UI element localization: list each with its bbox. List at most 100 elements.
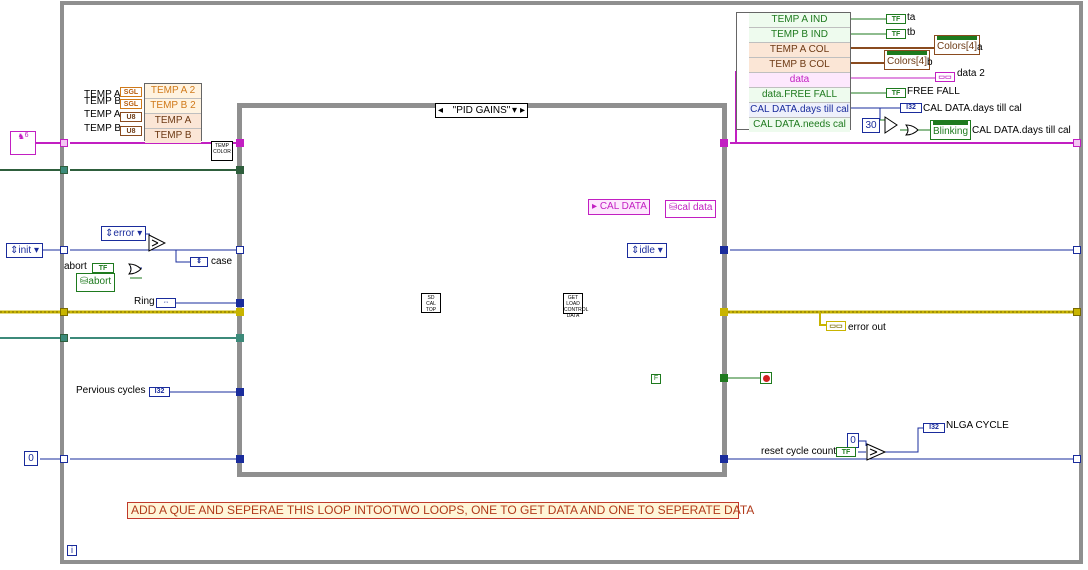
stop-terminal[interactable]: [760, 372, 772, 384]
reset-cycle-count-terminal[interactable]: TF: [836, 447, 856, 457]
abort-indicator[interactable]: ⛁abort: [76, 273, 116, 292]
reset-cycle-count-label: reset cycle count: [761, 446, 837, 457]
unbundle-by-name[interactable]: TEMP A IND TEMP B IND TEMP A COL TEMP B …: [736, 12, 851, 132]
zero-constant-left[interactable]: 0: [24, 451, 38, 466]
sd-cal-top-subvi[interactable]: SD CAL TOP: [421, 293, 441, 313]
shift-register-right-enum[interactable]: [1073, 246, 1081, 254]
blinking-property-node[interactable]: Blinking: [930, 120, 972, 140]
or-primitive-icon[interactable]: [905, 124, 919, 136]
days-till-cal-label-2: CAL DATA.days till cal: [972, 125, 1071, 136]
temp-a-terminal[interactable]: U8: [120, 112, 142, 122]
less-than-primitive-icon[interactable]: [884, 116, 898, 134]
unbundle-row-temp-a-col: TEMP A COL: [749, 43, 850, 58]
case-tunnel-numeric-out[interactable]: [720, 455, 728, 463]
select-primitive-icon[interactable]: [148, 234, 166, 252]
tb-label: tb: [907, 27, 916, 38]
case-tunnel-error-in[interactable]: [236, 308, 244, 316]
unbundle-row-needs-cal: CAL DATA.needs cal: [749, 118, 850, 132]
case-tunnel-green[interactable]: [236, 166, 244, 174]
case-tunnel-ring[interactable]: [236, 299, 244, 307]
bundle-by-name[interactable]: TEMP A 2 TEMP B 2 TEMP A TEMP B: [144, 83, 202, 143]
temp-a2-terminal[interactable]: SGL: [120, 87, 142, 97]
cal-data-indicator[interactable]: ⛁cal data: [665, 200, 717, 218]
temp-b2-label: TEMP B: [84, 96, 122, 107]
chevron-down-icon: ▾: [137, 228, 143, 239]
unbundle-row-free-fall: data.FREE FALL: [749, 88, 850, 103]
idle-enum-constant[interactable]: ⇕idle ▾: [627, 243, 667, 258]
case-tunnel-error-out[interactable]: [720, 308, 728, 316]
colors-b-label: b: [927, 57, 933, 68]
case-terminal[interactable]: ⇕: [190, 257, 208, 267]
case-selector-terminal[interactable]: [236, 246, 244, 254]
shift-register-left-error[interactable]: [60, 308, 68, 316]
shift-register-right-cluster[interactable]: [1073, 139, 1081, 147]
shift-register-right-numeric[interactable]: [1073, 455, 1081, 463]
colors-b-indicator[interactable]: Colors[4]: [884, 50, 931, 70]
bundle-row-temp-b2: TEMP B 2: [145, 99, 201, 114]
case-tunnel-numeric-in[interactable]: [236, 455, 244, 463]
colors-a-label: a: [977, 42, 983, 53]
shift-register-left-numeric[interactable]: [60, 455, 68, 463]
decrement-arrow-icon[interactable]: ◂: [438, 104, 443, 117]
zero-constant-right[interactable]: 0: [847, 433, 859, 448]
init-enum-constant[interactable]: ⇕init ▾: [6, 243, 43, 258]
false-constant[interactable]: F: [651, 374, 661, 384]
loop-iteration-terminal[interactable]: i: [67, 545, 77, 556]
or-primitive-icon[interactable]: [128, 263, 142, 275]
shift-register-left-enum[interactable]: [60, 246, 68, 254]
ta-label: ta: [907, 12, 916, 23]
tb-terminal[interactable]: TF: [886, 29, 906, 39]
get-load-control-data-subvi[interactable]: GET LOAD CONTROL DATA: [563, 293, 588, 319]
person-icon: ♞: [17, 132, 25, 141]
cal-data-unbundle[interactable]: ▸ CAL DATA: [588, 199, 650, 215]
bundle-row-temp-a2: TEMP A 2: [145, 84, 201, 99]
shift-register-right-error[interactable]: [1073, 308, 1081, 316]
case-tunnel-pervious[interactable]: [236, 388, 244, 396]
error-out-label: error out: [848, 322, 886, 333]
pervious-cycles-terminal[interactable]: I32: [149, 387, 170, 397]
ring-terminal[interactable]: ⇔: [156, 298, 176, 308]
days-till-cal-terminal[interactable]: I32: [900, 103, 922, 113]
case-tunnel-cluster-out[interactable]: [720, 139, 728, 147]
tunnel-left-teal[interactable]: [60, 334, 68, 342]
abort-label: abort: [64, 261, 87, 272]
thirty-constant[interactable]: 30: [862, 118, 880, 133]
case-tunnel-bool-out[interactable]: [720, 374, 728, 382]
case-tunnel-cluster-in[interactable]: [236, 139, 244, 147]
shift-register-left-cluster[interactable]: [60, 139, 68, 147]
arrow-right-icon: ▸: [592, 201, 598, 212]
ta-terminal[interactable]: TF: [886, 14, 906, 24]
pervious-cycles-label: Pervious cycles: [76, 385, 146, 396]
error-enum-constant[interactable]: ⇕error ▾: [101, 226, 147, 241]
temp-b-terminal[interactable]: U8: [120, 126, 142, 136]
bundle-row-temp-b: TEMP B: [145, 129, 201, 143]
data2-terminal[interactable]: ▭▭: [935, 72, 955, 82]
error-out-terminal[interactable]: ▭▭: [826, 321, 846, 331]
color-bar-icon: [887, 51, 928, 55]
nlga-cycle-terminal[interactable]: I32: [923, 423, 945, 433]
color-bar-icon: [937, 36, 978, 40]
free-fall-terminal[interactable]: TF: [886, 88, 906, 98]
cluster-constant-icon[interactable]: ♞6: [10, 131, 36, 155]
unbundle-row-temp-b-ind: TEMP B IND: [749, 28, 850, 43]
tunnel-left-green[interactable]: [60, 166, 68, 174]
increment-arrow-icon[interactable]: ▸: [520, 104, 525, 117]
nlga-cycle-label: NLGA CYCLE: [946, 420, 1009, 431]
temp-color-subvi[interactable]: TEMP COLOR: [211, 141, 233, 161]
temp-b2-terminal[interactable]: SGL: [120, 99, 142, 109]
ring-label: Ring: [134, 296, 155, 307]
temp-b-label: TEMP B: [84, 123, 122, 134]
colors-a-indicator[interactable]: Colors[4]: [934, 35, 981, 55]
case-label: case: [211, 256, 233, 267]
chevron-down-icon[interactable]: ▾: [512, 104, 517, 117]
diagram-comment[interactable]: ADD A QUE AND SEPERAE THIS LOOP INTOOTWO…: [127, 502, 754, 519]
case-tunnel-enum-out[interactable]: [720, 246, 728, 254]
abort-tf-terminal[interactable]: TF: [92, 263, 114, 273]
unbundle-row-temp-a-ind: TEMP A IND: [749, 13, 850, 28]
select-primitive-icon[interactable]: [866, 443, 886, 461]
unbundle-row-data: data: [749, 73, 850, 88]
case-selector[interactable]: ◂ "PID GAINS" ▾ ▸: [435, 103, 528, 118]
case-tunnel-teal[interactable]: [236, 334, 244, 342]
bundle-row-temp-a: TEMP A: [145, 114, 201, 129]
temp-a-label: TEMP A: [84, 109, 121, 120]
